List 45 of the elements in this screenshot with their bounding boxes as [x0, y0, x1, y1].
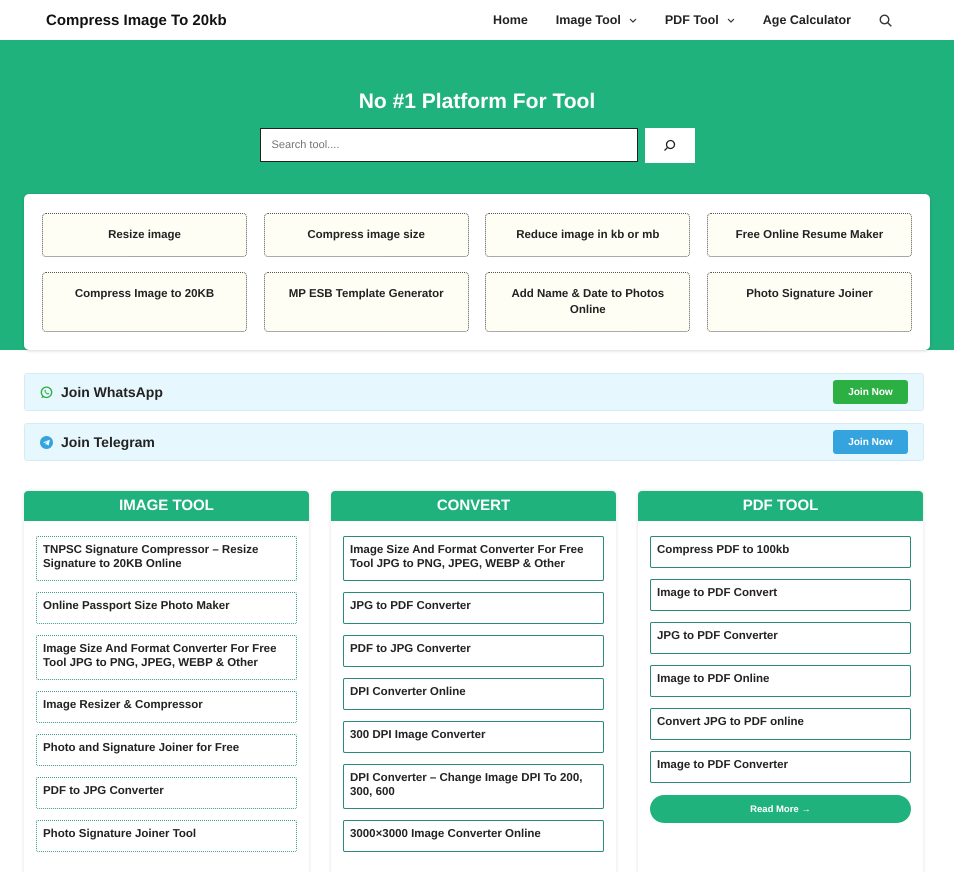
column-header: CONVERT — [331, 491, 616, 521]
column-header: IMAGE TOOL — [24, 491, 309, 521]
search-button[interactable] — [644, 128, 694, 163]
tool-link[interactable]: Image Resizer & Compressor — [36, 691, 297, 723]
tool-tile[interactable]: MP ESB Template Generator — [264, 272, 469, 332]
tool-link[interactable]: DPI Converter – Change Image DPI To 200, 300, 600 — [343, 764, 604, 809]
tool-link[interactable]: Convert JPG to PDF online — [650, 708, 911, 740]
tool-link[interactable]: 3000×3000 Image Converter Online — [343, 820, 604, 852]
hero-title: No #1 Platform For Tool — [358, 90, 596, 114]
nav-link[interactable]: Image Tool — [556, 13, 637, 27]
search-icon — [663, 139, 676, 152]
tool-link[interactable]: JPG to PDF Converter — [650, 622, 911, 654]
tool-link[interactable]: Online Passport Size Photo Maker — [36, 592, 297, 624]
tool-link[interactable]: TNPSC Signature Compressor – Resize Signature to 20KB Online — [36, 536, 297, 581]
nav-link[interactable]: Home — [493, 13, 528, 27]
tool-link[interactable]: 300 DPI Image Converter — [343, 721, 604, 753]
tool-tile[interactable]: Photo Signature Joiner — [706, 272, 912, 332]
tool-link[interactable]: Image to PDF Online — [650, 665, 911, 697]
nav-link[interactable]: Age Calculator — [762, 13, 851, 27]
tool-tile[interactable]: Compress Image to 20KB — [42, 272, 247, 332]
nav-link[interactable]: PDF Tool — [664, 13, 735, 27]
tool-link[interactable]: Image to PDF Convert — [650, 579, 911, 611]
caret-icon — [628, 18, 637, 22]
tool-link[interactable]: PDF to JPG Converter — [36, 777, 297, 809]
tool-link[interactable]: Image to PDF Converter — [650, 751, 911, 783]
site-logo[interactable]: Compress Image To 20kb — [46, 12, 227, 28]
column-header: PDF TOOL — [638, 491, 923, 521]
tool-link[interactable]: Photo and Signature Joiner for Free — [36, 734, 297, 766]
tool-link[interactable]: JPG to PDF Converter — [343, 592, 604, 624]
join-label: Join WhatsApp — [61, 384, 163, 400]
tool-link[interactable]: Image Size And Format Converter For Free Tool JPG to PNG, JPEG, WEBP & Other — [36, 635, 297, 680]
tool-link[interactable]: PDF to JPG Converter — [343, 635, 604, 667]
search-icon[interactable] — [879, 14, 892, 26]
tool-link[interactable]: Photo Signature Joiner Tool — [36, 820, 297, 852]
tool-link[interactable]: Image Size And Format Converter For Free Tool JPG to PNG, JPEG, WEBP & Other — [343, 536, 604, 581]
tool-link[interactable]: DPI Converter Online — [343, 678, 604, 710]
caret-icon — [726, 18, 735, 22]
tool-link[interactable]: Compress PDF to 100kb — [650, 536, 911, 568]
tool-tile[interactable]: Resize image — [42, 213, 247, 257]
tool-tile[interactable]: Reduce image in kb or mb — [485, 213, 690, 257]
tool-tile[interactable]: Compress image size — [264, 213, 469, 257]
tool-tile[interactable]: Free Online Resume Maker — [706, 213, 912, 257]
search-field[interactable]: Search tool.... — [260, 128, 638, 162]
tool-tile[interactable]: Add Name & Date to Photos Online — [485, 272, 690, 332]
join-label: Join Telegram — [61, 434, 155, 450]
